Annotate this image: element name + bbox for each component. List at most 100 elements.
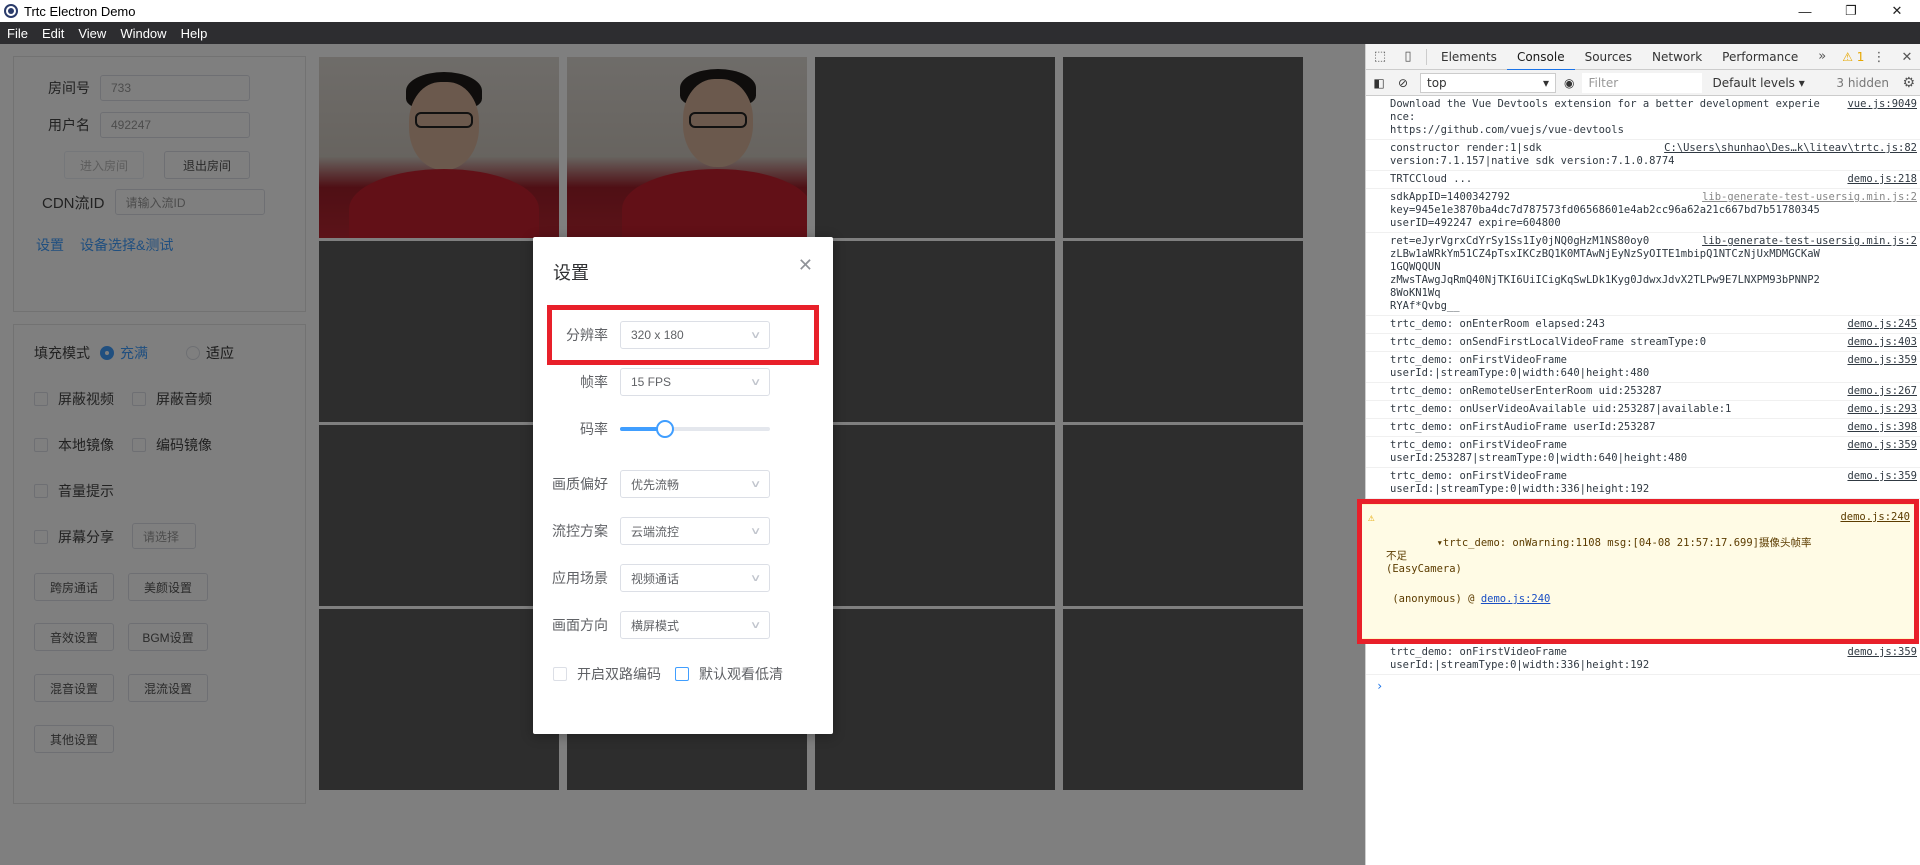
- console-message: sdkAppID=1400342792 key=945e1e3870ba4dc7…: [1366, 189, 1920, 233]
- console-message: trtc_demo: onEnterRoom elapsed:243 demo.j…: [1366, 316, 1920, 334]
- close-window-button[interactable]: ✕: [1874, 0, 1920, 22]
- source-link[interactable]: demo.js:218: [1847, 173, 1917, 186]
- console-message: trtc_demo: onRemoteUserEnterRoom uid:253…: [1366, 383, 1920, 401]
- message-text: trtc_demo: onUserVideoAvailable uid:2532…: [1390, 403, 1732, 415]
- tab-sources[interactable]: Sources: [1575, 44, 1642, 70]
- stack-prefix: (anonymous) @: [1392, 593, 1475, 605]
- source-link[interactable]: demo.js:403: [1847, 336, 1917, 349]
- console-message: trtc_demo: onFirstAudioFrame userId:2532…: [1366, 419, 1920, 437]
- warning-triangle-icon: ⚠: [1368, 511, 1375, 524]
- filter-input[interactable]: Filter: [1582, 72, 1703, 93]
- chevron-down-icon: ∨: [749, 376, 762, 388]
- source-link[interactable]: demo.js:245: [1847, 318, 1917, 331]
- context-select[interactable]: top ▾: [1420, 72, 1556, 93]
- menu-file[interactable]: File: [6, 26, 29, 41]
- checkbox-icon: [553, 667, 567, 681]
- clear-console-icon[interactable]: ⊘: [1392, 76, 1414, 90]
- message-text: TRTCCloud ...: [1390, 173, 1473, 185]
- source-link[interactable]: lib-generate-test-usersig.min.js:2: [1702, 235, 1917, 248]
- quality-row: 画质偏好 优先流畅 ∨: [533, 469, 833, 499]
- eye-icon[interactable]: ◉: [1564, 76, 1574, 90]
- menu-window[interactable]: Window: [119, 26, 167, 41]
- fps-select[interactable]: 15 FPS ∨: [620, 368, 770, 396]
- console-message: Download the Vue Devtools extension for …: [1366, 96, 1920, 140]
- orientation-select[interactable]: 横屏模式 ∨: [620, 611, 770, 639]
- inspect-element-icon[interactable]: ⬚: [1366, 49, 1394, 64]
- watch-low-label: 默认观看低清: [699, 666, 783, 682]
- app-logo-icon: [4, 4, 18, 18]
- orientation-row: 画面方向 横屏模式 ∨: [533, 610, 833, 640]
- fps-row: 帧率 15 FPS ∨: [533, 367, 833, 397]
- fps-label: 帧率: [580, 374, 608, 390]
- scene-row: 应用场景 视频通话 ∨: [533, 563, 833, 593]
- warning-highlight-box: ⚠ ▾trtc_demo: onWarning:1108 msg:[04-08 …: [1357, 499, 1919, 644]
- gear-icon[interactable]: ⚙: [1902, 75, 1915, 91]
- watch-low-checkbox[interactable]: 默认观看低清: [675, 664, 783, 684]
- slider-thumb[interactable]: [656, 420, 674, 438]
- source-link[interactable]: demo.js:240: [1840, 511, 1910, 524]
- flow-row: 流控方案 云端流控 ∨: [533, 516, 833, 546]
- chevron-down-icon: ∨: [749, 478, 762, 490]
- maximize-button[interactable]: ❐: [1828, 0, 1874, 22]
- source-link[interactable]: demo.js:359: [1847, 354, 1917, 367]
- context-value: top: [1427, 75, 1447, 90]
- tab-network[interactable]: Network: [1642, 44, 1712, 70]
- source-link[interactable]: demo.js:359: [1847, 646, 1917, 659]
- tab-console[interactable]: Console: [1506, 44, 1575, 71]
- device-toolbar-icon[interactable]: ▯: [1394, 49, 1422, 64]
- menu-view[interactable]: View: [77, 26, 107, 41]
- bitrate-label: 码率: [580, 421, 608, 437]
- source-link[interactable]: lib-generate-test-usersig.min.js:2: [1702, 191, 1917, 204]
- close-icon[interactable]: ✕: [798, 255, 813, 276]
- console-message: trtc_demo: onFirstVideoFrame userId:2532…: [1366, 437, 1920, 468]
- tab-elements[interactable]: Elements: [1431, 44, 1507, 70]
- dual-stream-checkbox[interactable]: 开启双路编码: [553, 664, 661, 684]
- devtools-tabbar: ⬚ ▯ Elements Console Sources Network Per…: [1366, 44, 1920, 71]
- bitrate-slider[interactable]: [620, 414, 770, 444]
- chevron-down-icon: ∨: [749, 525, 762, 537]
- flow-select[interactable]: 云端流控 ∨: [620, 517, 770, 545]
- message-text: constructor render:1|sdk version:7.1.157…: [1390, 142, 1675, 167]
- message-text: trtc_demo: onEnterRoom elapsed:243: [1390, 318, 1605, 330]
- source-link[interactable]: C:\Users\shunhao\Des…k\liteav\trtc.js:82: [1664, 142, 1917, 155]
- chevron-down-icon: ∨: [749, 572, 762, 584]
- source-link[interactable]: demo.js:359: [1847, 439, 1917, 452]
- console-message: trtc_demo: onFirstVideoFrame userId:|str…: [1366, 352, 1920, 383]
- source-link[interactable]: demo.js:359: [1847, 470, 1917, 483]
- source-link[interactable]: demo.js:398: [1847, 421, 1917, 434]
- message-text: trtc_demo: onFirstVideoFrame userId:2532…: [1390, 439, 1688, 464]
- window-title: Trtc Electron Demo: [24, 3, 136, 19]
- message-text: trtc_demo: onFirstVideoFrame userId:|str…: [1390, 646, 1650, 671]
- quality-value: 优先流畅: [631, 477, 680, 492]
- warning-count-badge[interactable]: ⚠ 1: [1842, 50, 1864, 64]
- scene-select[interactable]: 视频通话 ∨: [620, 564, 770, 592]
- orientation-label: 画面方向: [552, 617, 608, 633]
- chevron-down-icon: ∨: [749, 619, 762, 631]
- message-text: trtc_demo: onFirstAudioFrame userId:2532…: [1390, 421, 1656, 433]
- source-link[interactable]: demo.js:267: [1847, 385, 1917, 398]
- stack-trace: (anonymous) @ demo.js:240: [1386, 593, 1816, 606]
- message-text: trtc_demo: onFirstVideoFrame userId:|str…: [1390, 470, 1650, 495]
- console-output: Download the Vue Devtools extension for …: [1357, 96, 1920, 865]
- tab-performance[interactable]: Performance: [1712, 44, 1808, 70]
- console-message: trtc_demo: onSendFirstLocalVideoFrame st…: [1366, 334, 1920, 352]
- menu-help[interactable]: Help: [180, 26, 209, 41]
- message-text: trtc_demo: onFirstVideoFrame userId:|str…: [1390, 354, 1650, 379]
- console-message: constructor render:1|sdk version:7.1.157…: [1366, 140, 1920, 171]
- quality-select[interactable]: 优先流畅 ∨: [620, 470, 770, 498]
- console-warning-message[interactable]: ⚠ ▾trtc_demo: onWarning:1108 msg:[04-08 …: [1362, 504, 1914, 639]
- stack-link[interactable]: demo.js:240: [1481, 593, 1551, 605]
- console-prompt[interactable]: ›: [1366, 675, 1920, 697]
- more-tabs-icon[interactable]: »: [1808, 49, 1836, 64]
- source-link[interactable]: demo.js:293: [1847, 403, 1917, 416]
- sidebar-toggle-icon[interactable]: ◧: [1366, 76, 1392, 90]
- kebab-menu-icon[interactable]: ⋮: [1865, 50, 1893, 65]
- log-levels-select[interactable]: Default levels ▾: [1712, 76, 1804, 90]
- bitrate-row: 码率: [533, 414, 833, 444]
- menu-edit[interactable]: Edit: [41, 26, 65, 41]
- minimize-button[interactable]: —: [1782, 0, 1828, 22]
- warning-count: 1: [1856, 49, 1865, 64]
- console-toolbar: ◧ ⊘ top ▾ ◉ Filter Default levels ▾ 3 hid…: [1366, 70, 1920, 96]
- close-devtools-icon[interactable]: ✕: [1893, 50, 1920, 65]
- source-link[interactable]: vue.js:9049: [1847, 98, 1917, 111]
